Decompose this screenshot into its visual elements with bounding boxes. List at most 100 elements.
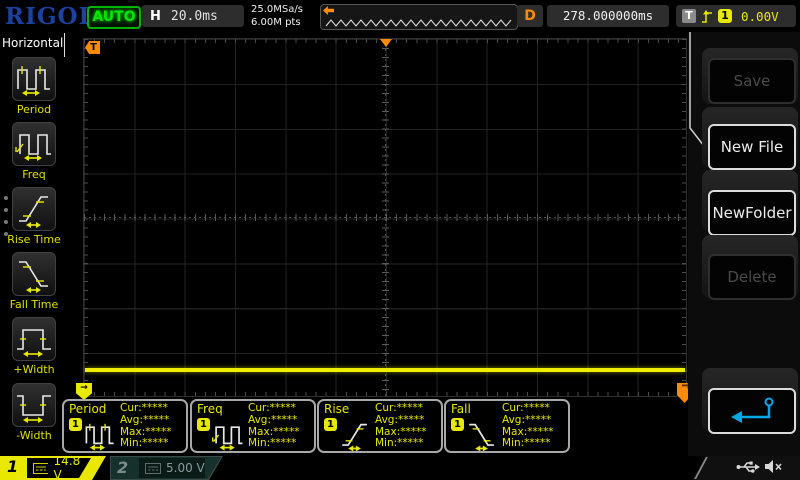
period-icon: [12, 57, 56, 101]
measurement-name: Fall: [451, 402, 471, 416]
channel1-number: 1: [7, 457, 19, 476]
max-label: Max:: [120, 425, 146, 438]
menu-item-label: +Width: [13, 363, 55, 376]
min-value: *****: [524, 437, 551, 450]
avg-label: Avg:: [502, 413, 525, 426]
avg-label: Avg:: [375, 413, 398, 426]
preview-waveform-icon: [325, 19, 512, 27]
max-label: Max:: [502, 425, 528, 438]
channel2-number: 2: [117, 458, 129, 477]
graticule: T → T: [76, 38, 692, 403]
cur-value: *****: [141, 402, 168, 414]
cur-label: Cur:: [120, 402, 142, 414]
right-softkey-menu: Save Save New File NewFolder Delete: [688, 32, 800, 456]
delay-value[interactable]: 278.000000ms: [547, 5, 669, 27]
fall-time-icon: [12, 252, 56, 296]
channel1-offset-marker-icon[interactable]: →: [76, 383, 92, 400]
menu-item-label: Rise Time: [7, 233, 61, 246]
usb-icon: [736, 461, 760, 473]
measurement-panel-freq: Freq 1 Cur:***** Avg:***** Max:***** Min…: [190, 399, 316, 453]
freq-icon: [212, 426, 243, 451]
max-value: *****: [145, 425, 172, 438]
menu-item-label: Period: [16, 103, 52, 116]
horizontal-timebase-box[interactable]: H 20.0ms: [142, 5, 244, 27]
menu-title-border: [64, 33, 65, 57]
minus-width-icon: [12, 383, 56, 427]
menu-item-minus-width[interactable]: -Width: [0, 383, 68, 442]
min-label: Min:: [502, 437, 525, 450]
trigger-level-value: 0.00V: [741, 8, 779, 24]
rise-time-icon: [342, 423, 367, 451]
plus-width-icon: [12, 317, 56, 361]
cur-label: Cur:: [248, 402, 270, 414]
min-value: *****: [142, 437, 169, 450]
delete-button[interactable]: Delete: [708, 254, 796, 300]
max-value: *****: [273, 425, 300, 438]
acquisition-info: 25.0MSa/s 6.00M pts: [251, 3, 303, 29]
measurement-channel-badge: 1: [324, 418, 337, 431]
max-label: Max:: [248, 425, 274, 438]
horizontal-label: H: [150, 8, 161, 24]
oscilloscope-screen: RIGOL AUTO H 20.0ms 25.0MSa/s 6.00M pts …: [0, 0, 800, 480]
min-value: *****: [270, 437, 297, 450]
measurement-channel-badge: 1: [197, 418, 210, 431]
return-arrow-icon: [731, 397, 774, 423]
channel1-status[interactable]: 1 14.8 V: [0, 456, 106, 480]
menu-scroll-dot: [4, 208, 8, 212]
return-button[interactable]: [708, 388, 796, 434]
save-button[interactable]: Save: [708, 58, 796, 104]
memory-depth: 6.00M pts: [251, 17, 301, 28]
channel1-trace: [85, 368, 685, 372]
min-label: Min:: [248, 437, 271, 450]
measurement-panel-fall: Fall 1 Cur:***** Avg:***** Max:***** Min…: [444, 399, 570, 453]
new-folder-button[interactable]: NewFolder: [708, 190, 796, 236]
max-label: Max:: [375, 425, 401, 438]
menu-scroll-dot: [4, 196, 8, 200]
menu-item-fall-time[interactable]: Fall Time: [0, 252, 68, 311]
measurement-channel-badge: 1: [451, 418, 464, 431]
channel2-scale-box: 5.00 V: [139, 458, 205, 478]
menu-item-freq[interactable]: Freq: [0, 122, 68, 181]
run-status-badge: AUTO: [87, 6, 141, 29]
trigger-label: T: [682, 9, 696, 23]
dc-coupling-icon: [33, 463, 48, 474]
waveform-preview-strip: [320, 4, 518, 30]
speaker-muted-icon: [765, 460, 782, 473]
trigger-info-box[interactable]: T 1 0.00V: [676, 5, 796, 27]
left-function-menu: Horizontal Period Freq Rise Time Fall Ti…: [0, 32, 68, 456]
trigger-source-badge: 1: [718, 9, 732, 23]
cur-value: *****: [269, 402, 296, 414]
avg-value: *****: [270, 413, 298, 426]
channel2-scale: 5.00 V: [166, 461, 205, 475]
freq-icon: [12, 122, 56, 166]
rigol-logo: RIGOL: [5, 3, 96, 30]
avg-value: *****: [397, 413, 425, 426]
trigger-slope-rising-icon: [702, 9, 712, 23]
rise-time-icon: [12, 187, 56, 231]
menu-item-period[interactable]: Period: [0, 57, 68, 116]
measurement-panel-period: Period 1 Cur:***** Avg:***** Max:***** M…: [62, 399, 188, 453]
avg-label: Avg:: [120, 413, 143, 426]
menu-scroll-dot: [4, 232, 8, 236]
menu-item-rise-time[interactable]: Rise Time: [0, 187, 68, 246]
measurement-name: Period: [69, 402, 107, 416]
period-icon: [85, 423, 114, 451]
trigger-position-marker-icon[interactable]: [380, 39, 392, 47]
menu-item-label: Fall Time: [9, 298, 59, 311]
dc-coupling-icon: [145, 463, 161, 474]
menu-item-label: Freq: [22, 168, 46, 181]
cur-value: *****: [523, 402, 550, 414]
cur-value: *****: [396, 402, 423, 414]
menu-scroll-dot: [4, 220, 8, 224]
avg-value: *****: [142, 413, 170, 426]
new-file-button[interactable]: New File: [708, 124, 796, 170]
measurement-channel-badge: 1: [69, 418, 82, 431]
min-value: *****: [397, 437, 424, 450]
avg-label: Avg:: [248, 413, 271, 426]
graticule-center-horizontal-ticks: [84, 214, 686, 221]
menu-item-plus-width[interactable]: +Width: [0, 317, 68, 376]
min-label: Min:: [120, 437, 143, 450]
channel2-status[interactable]: 2 5.00 V: [110, 456, 223, 480]
delay-label: D: [517, 5, 543, 27]
channel1-scale-box: 14.8 V: [27, 458, 91, 478]
